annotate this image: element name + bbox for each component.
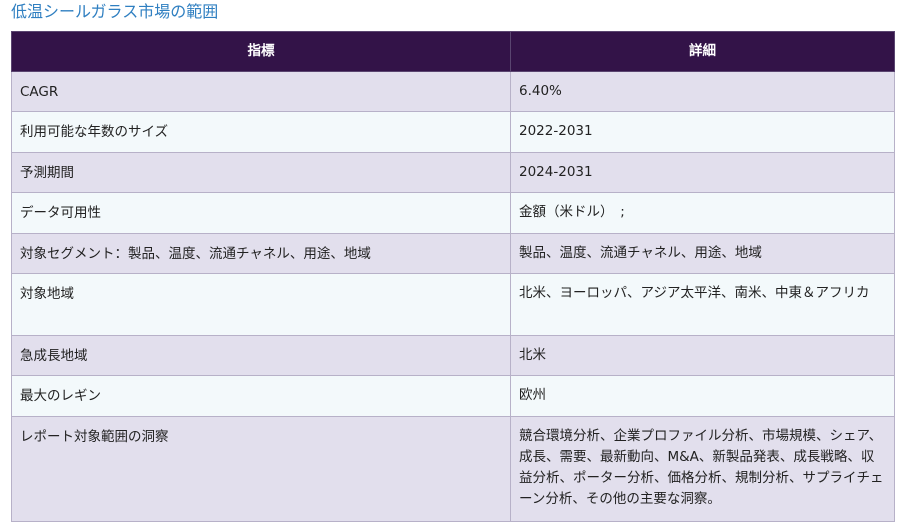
header-metric: 指標 — [11, 31, 511, 72]
row-label: 最大のレギン — [11, 375, 511, 417]
row-value: 6.40% — [510, 71, 895, 112]
row-value: 2024-2031 — [510, 152, 895, 193]
scope-table: 指標 詳細 CAGR 6.40% 利用可能な年数のサイズ 2022-2031 予… — [11, 31, 895, 522]
header-detail: 詳細 — [510, 31, 895, 72]
row-label: CAGR — [11, 71, 511, 112]
table-row: 最大のレギン 欧州 — [11, 375, 895, 417]
row-label: データ可用性 — [11, 192, 511, 234]
table-row: 急成長地域 北米 — [11, 335, 895, 376]
table-row: 対象地域 北米、ヨーロッパ、アジア太平洋、南米、中東＆アフリカ — [11, 273, 895, 336]
row-label: 利用可能な年数のサイズ — [11, 111, 511, 153]
row-value: 2022-2031 — [510, 111, 895, 153]
table-row: 予測期間 2024-2031 — [11, 152, 895, 193]
row-value: 北米、ヨーロッパ、アジア太平洋、南米、中東＆アフリカ — [510, 273, 895, 336]
table-row: 対象セグメント：製品、温度、流通チャネル、用途、地域 製品、温度、流通チャネル、… — [11, 233, 895, 274]
table-header-row: 指標 詳細 — [11, 31, 895, 72]
table-row: 利用可能な年数のサイズ 2022-2031 — [11, 111, 895, 153]
row-value: 金額（米ドル） ; — [510, 192, 895, 234]
row-label: 対象地域 — [11, 273, 511, 336]
row-value: 製品、温度、流通チャネル、用途、地域 — [510, 233, 895, 274]
row-label: 急成長地域 — [11, 335, 511, 376]
page-title: 低温シールガラス市場の範囲 — [11, 2, 219, 21]
row-value: 北米 — [510, 335, 895, 376]
row-label: レポート対象範囲の洞察 — [11, 416, 511, 522]
row-value: 欧州 — [510, 375, 895, 417]
table-row: レポート対象範囲の洞察 競合環境分析、企業プロファイル分析、市場規模、シェア、成… — [11, 416, 895, 522]
row-label: 対象セグメント：製品、温度、流通チャネル、用途、地域 — [11, 233, 511, 274]
table-row: データ可用性 金額（米ドル） ; — [11, 192, 895, 234]
row-value: 競合環境分析、企業プロファイル分析、市場規模、シェア、成長、需要、最新動向、M&… — [510, 416, 895, 522]
row-label: 予測期間 — [11, 152, 511, 193]
table-row: CAGR 6.40% — [11, 71, 895, 112]
